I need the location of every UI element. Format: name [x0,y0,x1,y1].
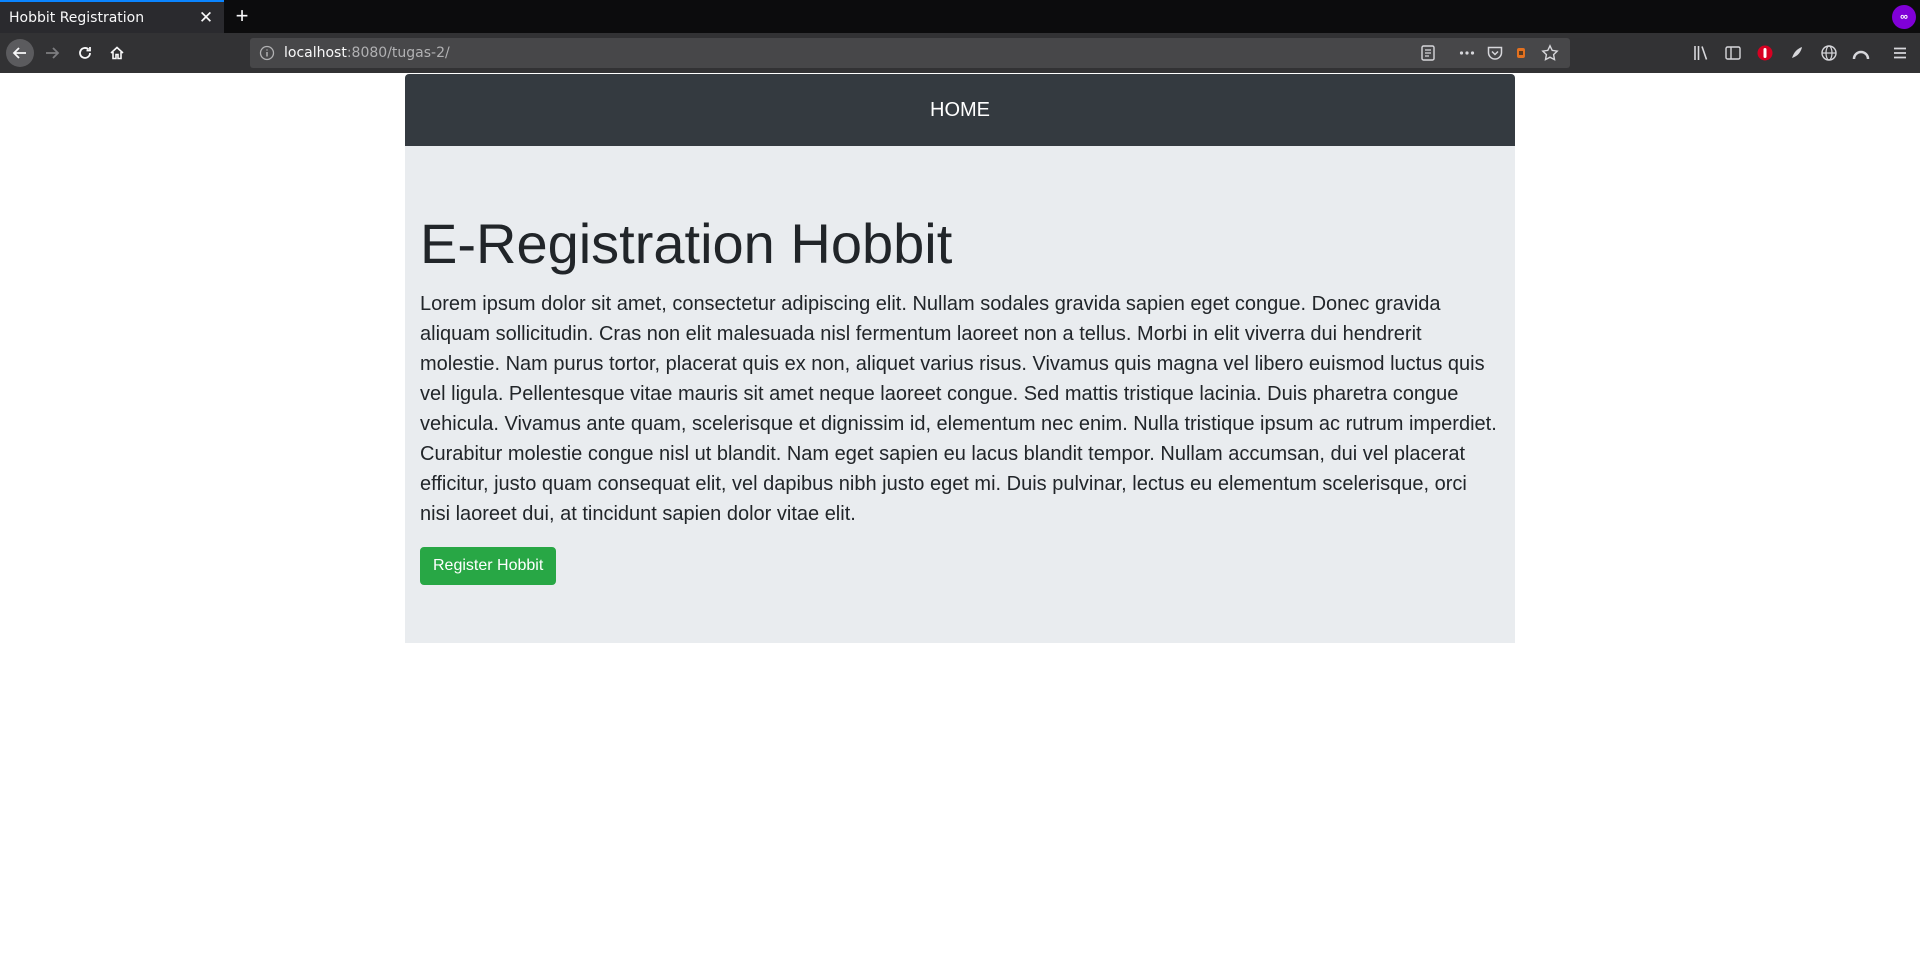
url-path: :8080/tugas-2/ [346,45,450,61]
home-nav-link[interactable]: HOME [930,99,990,122]
adblock-icon[interactable] [1756,44,1774,62]
jumbotron: E-Registration Hobbit Lorem ipsum dolor … [405,146,1515,643]
browser-tab[interactable]: Hobbit Registration ✕ [0,0,224,33]
reader-view-icon[interactable] [1419,44,1437,62]
tab-title: Hobbit Registration [9,9,145,26]
menu-icon[interactable] [1891,44,1909,62]
bookmark-star-icon[interactable] [1541,44,1559,62]
register-hobbit-button[interactable]: Register Hobbit [420,547,557,586]
account-icon[interactable] [1852,44,1870,62]
sidebar-icon[interactable] [1724,44,1742,62]
page-navbar: HOME [405,74,1515,146]
private-browsing-icon: ∞ [1892,5,1916,29]
library-icon[interactable] [1692,44,1710,62]
new-tab-icon[interactable]: + [230,4,254,28]
url-host: localhost [284,45,347,61]
pocket-icon[interactable] [1486,44,1504,62]
site-info-icon[interactable] [259,45,275,61]
globe-icon[interactable] [1820,44,1838,62]
reload-icon[interactable] [71,39,99,67]
url-bar[interactable]: localhost:8080/tugas-2/ [250,38,1570,68]
page-actions-icon[interactable] [1458,44,1476,62]
forward-icon[interactable] [38,39,66,67]
page-title: E-Registration Hobbit [420,212,953,275]
url-text[interactable]: localhost:8080/tugas-2/ [284,38,450,68]
dark-reader-icon[interactable] [1788,44,1806,62]
lead-paragraph: Lorem ipsum dolor sit amet, consectetur … [420,293,1497,526]
home-icon[interactable] [103,39,131,67]
back-icon[interactable] [6,39,34,67]
close-tab-icon[interactable]: ✕ [196,8,216,28]
browser-toolbar: localhost:8080/tugas-2/ [0,33,1920,73]
extension-icon[interactable] [1512,44,1530,62]
browser-tab-bar: Hobbit Registration ✕ + ∞ [0,0,1920,33]
